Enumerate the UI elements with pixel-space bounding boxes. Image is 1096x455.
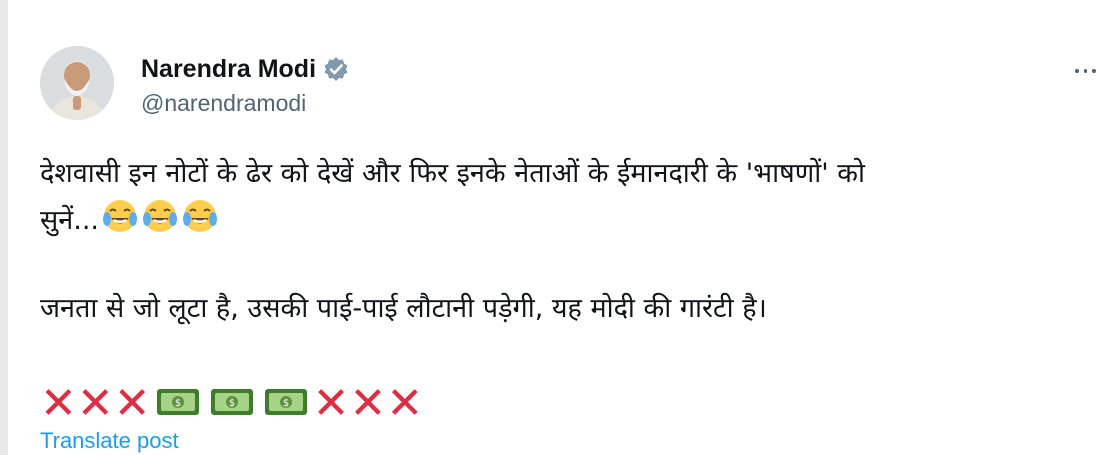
banknote-icon: $ [263,385,309,423]
post-text-paragraph: जनता से जो लूटा है, उसकी पाई-पाई लौटानी … [40,293,767,324]
banknote-icon: $ [209,385,255,423]
svg-text:$: $ [228,398,234,409]
post-text: देशवासी इन नोटों के ढेर को देखें और फिर … [40,150,1080,250]
emoji-row: ✕ ✕ ✕ $ $ $ ✕ ✕ ✕ [40,380,423,428]
tears-of-joy-emoji-icon [141,197,179,250]
banknote-icon: $ [155,385,201,423]
cross-mark-icon: ✕ [349,378,387,429]
post-text-line: सुनें... [40,197,1080,250]
dot [1083,69,1088,73]
cross-mark-icon: ✕ [76,378,114,429]
avatar[interactable] [40,46,114,120]
post-text-line: देशवासी इन नोटों के ढेर को देखें और फिर … [40,158,865,189]
svg-text:$: $ [174,398,180,409]
dot [1092,69,1096,73]
cross-mark-icon: ✕ [40,378,77,429]
cross-mark-icon: ✕ [113,378,151,429]
more-options-icon[interactable] [1075,62,1096,80]
svg-text:$: $ [282,398,288,409]
dot [1075,69,1079,73]
tears-of-joy-emoji-icon [101,197,139,250]
author-name[interactable]: Narendra Modi [141,55,316,84]
verified-badge-icon[interactable] [322,55,350,83]
author-name-row[interactable]: Narendra Modi [141,50,350,88]
author-handle[interactable]: @narendramodi [141,90,306,117]
tears-of-joy-emoji-icon [181,197,219,250]
cross-mark-icon: ✕ [386,378,424,429]
timeline-divider [0,0,8,455]
post-text-fragment: सुनें... [40,205,99,236]
cross-mark-icon: ✕ [312,378,350,429]
translate-post-link[interactable]: Translate post [40,428,179,454]
